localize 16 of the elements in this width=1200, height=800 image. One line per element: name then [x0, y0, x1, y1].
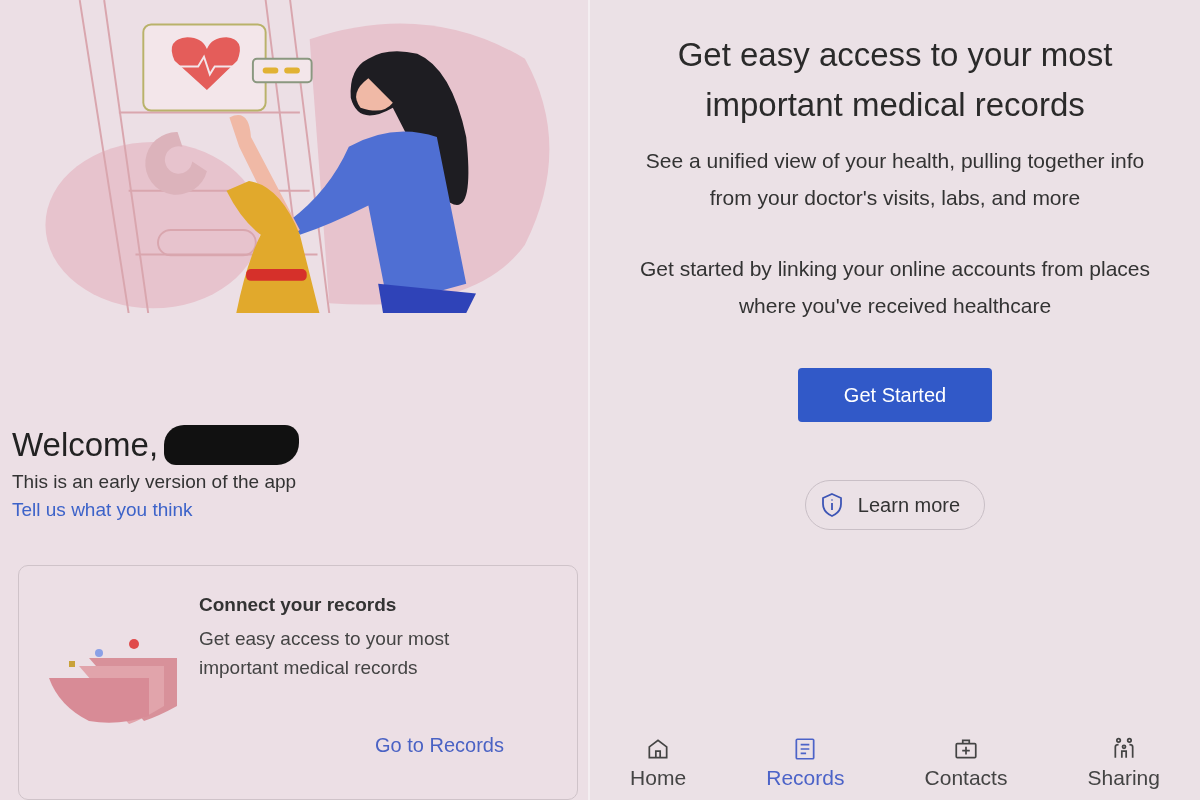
medical-kit-icon: [953, 736, 979, 762]
feedback-link[interactable]: Tell us what you think: [0, 499, 193, 522]
intro-paragraph: See a unified view of your health, pulling together info from your doctor's visits, labs, and more: [644, 148, 1146, 211]
nav-tab[interactable]: Home: [630, 736, 687, 790]
card-title: Connect your records: [199, 594, 398, 617]
shield-info-icon: [819, 492, 844, 518]
welcome-heading: Welcome,: [12, 426, 159, 465]
early-version-note: This is an early version of the app: [11, 471, 298, 494]
nav-tab[interactable]: Records: [766, 736, 845, 790]
intro-paragraph: Get started by linking your online accounts from places where you've received healthcare: [638, 256, 1152, 319]
intro-title: Get easy access to your most important medical records: [676, 35, 1114, 125]
nav-tab[interactable]: Sharing: [1087, 736, 1160, 790]
card-description: Get easy access to your most important medical records: [199, 627, 451, 681]
get-started-button[interactable]: Get Started: [798, 368, 992, 422]
go-to-records-link[interactable]: Go to Records: [375, 734, 504, 758]
nav-tab[interactable]: Contacts: [924, 736, 1008, 790]
